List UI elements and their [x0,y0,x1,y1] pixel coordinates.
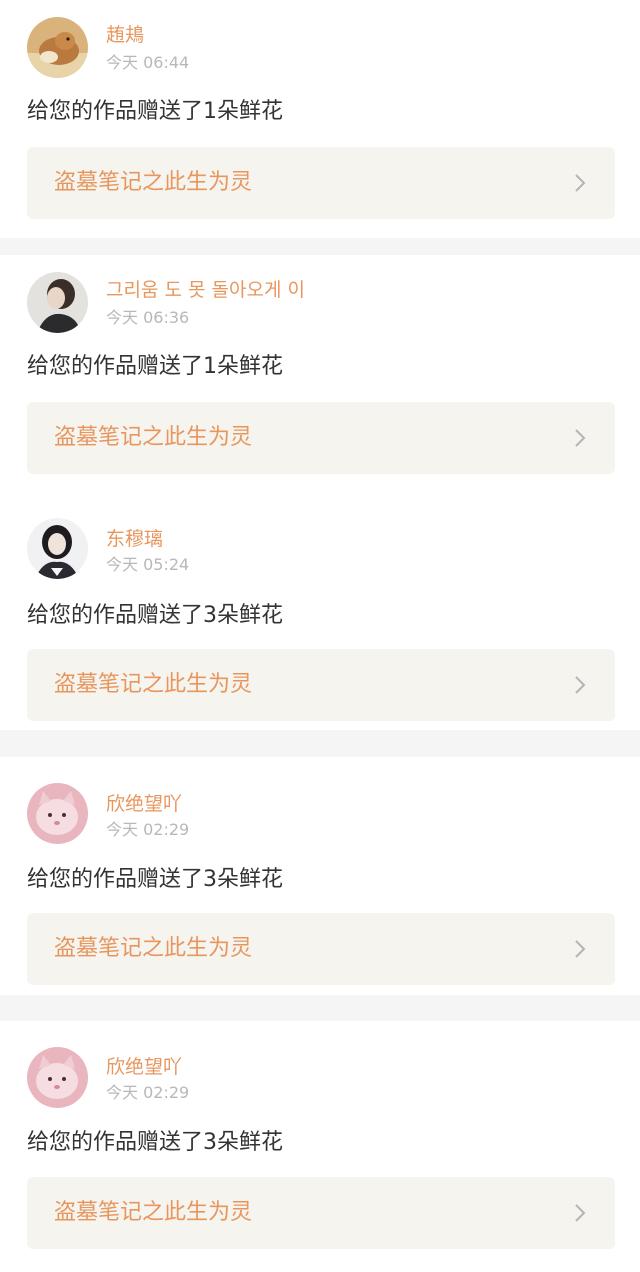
gift-message: 给您的作品赠送了3朵鲜花 [27,1130,283,1155]
notification-card: 东穆璃 今天 05:24 给您的作品赠送了3朵鲜花 盗墓笔记之此生为灵 [0,492,640,730]
girl-photo-avatar [27,518,88,579]
notification-card: 䞥鳺 今天 06:44 给您的作品赠送了1朵鲜花 盗墓笔记之此生为灵 [0,0,640,238]
work-title: 盗墓笔记之此生为灵 [54,936,253,961]
notification-card: 欣绝望吖 今天 02:29 给您的作品赠送了3朵鲜花 盗墓笔记之此生为灵 [0,1021,640,1272]
notification-card: 그리움 도 못 돌아오게 이 今天 06:36 给您的作品赠送了1朵鲜花 盗墓笔… [0,255,640,493]
work-link[interactable]: 盗墓笔记之此生为灵 [27,402,615,474]
work-title: 盗墓笔记之此生为灵 [54,672,253,697]
timestamp: 今天 06:36 [106,308,190,327]
gift-message: 给您的作品赠送了1朵鲜花 [27,354,283,379]
gift-message: 给您的作品赠送了3朵鲜花 [27,867,283,892]
notification-card: 欣绝望吖 今天 02:29 给您的作品赠送了3朵鲜花 盗墓笔记之此生为灵 [0,757,640,995]
cat-photo-avatar [27,17,88,78]
work-title: 盗墓笔记之此生为灵 [54,1200,253,1225]
pink-cat-avatar [27,1047,88,1108]
chevron-right-icon [575,429,586,447]
timestamp: 今天 02:29 [106,820,190,839]
work-title: 盗墓笔记之此生为灵 [54,425,253,450]
avatar[interactable] [27,783,88,844]
timestamp: 今天 05:24 [106,555,190,574]
work-link[interactable]: 盗墓笔记之此生为灵 [27,649,615,721]
avatar[interactable] [27,1047,88,1108]
gift-message: 给您的作品赠送了3朵鲜花 [27,603,283,628]
avatar[interactable] [27,272,88,333]
work-title: 盗墓笔记之此生为灵 [54,170,253,195]
work-link[interactable]: 盗墓笔记之此生为灵 [27,913,615,985]
gift-message: 给您的作品赠送了1朵鲜花 [27,99,283,124]
chevron-right-icon [575,940,586,958]
username[interactable]: 欣绝望吖 [106,1054,182,1080]
username[interactable]: 东穆璃 [106,526,163,552]
timestamp: 今天 02:29 [106,1083,190,1102]
work-link[interactable]: 盗墓笔记之此生为灵 [27,147,615,219]
username[interactable]: 欣绝望吖 [106,791,182,817]
chevron-right-icon [575,174,586,192]
person-photo-avatar [27,272,88,333]
username[interactable]: 䞥鳺 [106,22,144,48]
pink-cat-avatar [27,783,88,844]
work-link[interactable]: 盗墓笔记之此生为灵 [27,1177,615,1249]
chevron-right-icon [575,1204,586,1222]
avatar[interactable] [27,518,88,579]
username[interactable]: 그리움 도 못 돌아오게 이 [106,277,305,303]
avatar[interactable] [27,17,88,78]
timestamp: 今天 06:44 [106,53,190,72]
notification-feed: 䞥鳺 今天 06:44 给您的作品赠送了1朵鲜花 盗墓笔记之此生为灵 그리움 도… [0,0,640,1272]
chevron-right-icon [575,676,586,694]
